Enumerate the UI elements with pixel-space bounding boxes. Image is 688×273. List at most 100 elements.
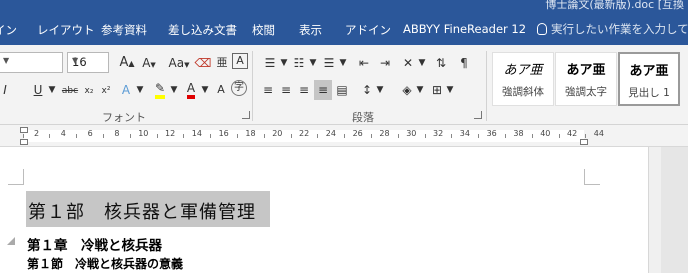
heading-1[interactable]: 第１部 核兵器と軍備管理 [26,191,270,227]
grow-font-button[interactable]: A▲ [117,53,137,73]
ruler-number: 2 [34,129,40,138]
ruler-tick [210,134,212,138]
horizontal-ruler[interactable]: 2 4 6 8 10 12 14 16 18 20 22 24 26 28 30 32 34 36 38 40 42 44 [0,125,688,147]
tab-abbyy[interactable]: ABBYY FineReader 12 [403,22,526,36]
style-emphasis-bold[interactable]: あア亜 強調太字 [555,52,617,106]
tell-me-text: 実行したい作業を入力してくださ [551,22,688,36]
show-hide-marks-icon[interactable]: ¶ [455,53,473,73]
chevron-down-icon[interactable]: ▼ [135,80,145,100]
italic-button[interactable]: I [0,80,10,100]
tab-insert[interactable]: イン [0,22,17,38]
first-line-indent-marker[interactable] [20,127,28,133]
ruler-tick [103,134,104,138]
tab-mailings[interactable]: 差し込み文書 [168,22,237,38]
heading-3[interactable]: 第１節 冷戦と核兵器の意義 [27,255,183,272]
chevron-down-icon[interactable]: ▼ [280,53,288,73]
superscript-button[interactable]: x² [99,81,113,101]
window-title: 博士論文(最新版).doc [互換 [545,0,684,11]
chevron-down-icon: ▼ [72,56,79,65]
character-border-button[interactable]: A [232,53,248,69]
align-center-icon[interactable]: ≡ [277,80,295,100]
numbering-icon[interactable]: ☷ [290,53,308,73]
chevron-down-icon[interactable]: ▼ [446,80,454,100]
chevron-down-icon: ▼ [3,56,10,65]
chevron-down-icon[interactable]: ▼ [416,80,424,100]
line-spacing-icon[interactable]: ↕ [358,80,376,100]
word-window: 博士論文(最新版).doc [互換 イン レイアウト 参考資料 差し込み文書 校… [0,0,688,273]
multilevel-list-icon[interactable]: ☰ [320,53,338,73]
text-effects-button[interactable]: A [117,80,135,100]
distributed-icon[interactable]: ▤ [333,80,351,100]
subscript-button[interactable]: x₂ [82,81,96,101]
ruler-number: 26 [352,129,363,138]
font-color-button[interactable]: A [183,78,199,99]
chevron-down-icon[interactable]: ▼ [376,80,384,100]
group-separator [252,51,253,121]
decrease-indent-icon[interactable]: ⇤ [355,53,373,73]
heading-2[interactable]: 第１章 冷戦と核兵器 [27,234,162,254]
document-page[interactable]: 第１部 核兵器と軍備管理 第１章 冷戦と核兵器 第１節 冷戦と核兵器の意義 [0,147,648,273]
clear-formatting-icon[interactable]: ⌫ [194,53,212,73]
style-heading-1[interactable]: あア亜 見出し 1 [618,52,680,106]
tab-addins[interactable]: アドイン [345,22,391,38]
tab-references[interactable]: 参考資料 [101,22,147,38]
ruler-number: 10 [138,129,149,138]
ruler-number: 22 [299,129,310,138]
ruler-tick [505,134,506,138]
vertical-scrollbar[interactable] [648,147,661,273]
style-emphasis-italic[interactable]: あア亜 強調斜体 [492,52,554,106]
chevron-down-icon[interactable]: ▼ [418,53,426,73]
ruler-number: 16 [218,129,229,138]
change-case-button[interactable]: Aa▼ [167,53,191,73]
ruler-number: 38 [513,129,524,138]
tell-me-box[interactable]: 実行したい作業を入力してくださ [537,21,688,37]
style-name: 強調斜体 [502,86,544,98]
shrink-font-button[interactable]: A▼ [139,53,159,73]
left-indent-marker[interactable] [20,139,28,145]
tab-review[interactable]: 校閲 [252,22,275,38]
ruler-tick [22,134,24,138]
paragraph-group-label: 段落 [352,111,374,124]
ruler-number: 18 [245,129,256,138]
borders-icon[interactable]: ⊞ [428,80,446,100]
ruler-tick [237,134,238,138]
underline-button[interactable]: U [30,80,46,100]
justify-icon[interactable]: ≡ [314,80,332,100]
character-shading-button[interactable]: A [213,80,229,100]
highlight-button[interactable]: ✎ [152,78,168,99]
paragraph-dialog-launcher[interactable] [474,111,482,119]
phonetic-guide-button[interactable]: 亜 [214,53,230,73]
chevron-down-icon[interactable]: ▼ [309,53,317,73]
crop-mark [8,169,24,185]
tab-view[interactable]: 表示 [299,22,322,38]
ruler-tick [371,134,372,138]
asian-layout-icon[interactable]: ✕ [399,53,417,73]
tab-layout[interactable]: レイアウト [37,22,95,38]
chevron-down-icon[interactable]: ▼ [200,80,210,100]
ribbon-tab-bar: 博士論文(最新版).doc [互換 イン レイアウト 参考資料 差し込み文書 校… [0,0,688,45]
right-indent-marker[interactable] [580,139,588,145]
ruler-number: 40 [540,129,551,138]
font-size-combo[interactable]: 16 ▼ [67,52,109,73]
ruler-tick [424,134,426,138]
increase-indent-icon[interactable]: ⇥ [376,53,394,73]
align-right-icon[interactable]: ≡ [295,80,313,100]
font-dialog-launcher[interactable] [242,111,250,119]
strikethrough-button[interactable]: abc [60,81,80,101]
enclose-characters-button[interactable]: 字 [231,80,247,96]
ruler-tick [558,134,560,138]
group-separator [486,51,487,121]
ruler-tick [156,134,158,138]
ruler-tick [397,134,399,138]
style-name: 見出し 1 [628,87,670,99]
collapse-arrow-icon[interactable] [7,237,15,245]
chevron-down-icon[interactable]: ▼ [339,53,347,73]
sort-icon[interactable]: ⇅ [432,53,450,73]
font-name-combo[interactable]: ▼ [0,52,63,73]
chevron-down-icon[interactable]: ▼ [47,80,57,100]
chevron-down-icon[interactable]: ▼ [169,80,179,100]
align-left-icon[interactable]: ≡ [259,80,277,100]
ruler-tick [263,134,265,138]
bullets-icon[interactable]: ☰ [261,53,279,73]
shading-icon[interactable]: ◈ [398,80,416,100]
